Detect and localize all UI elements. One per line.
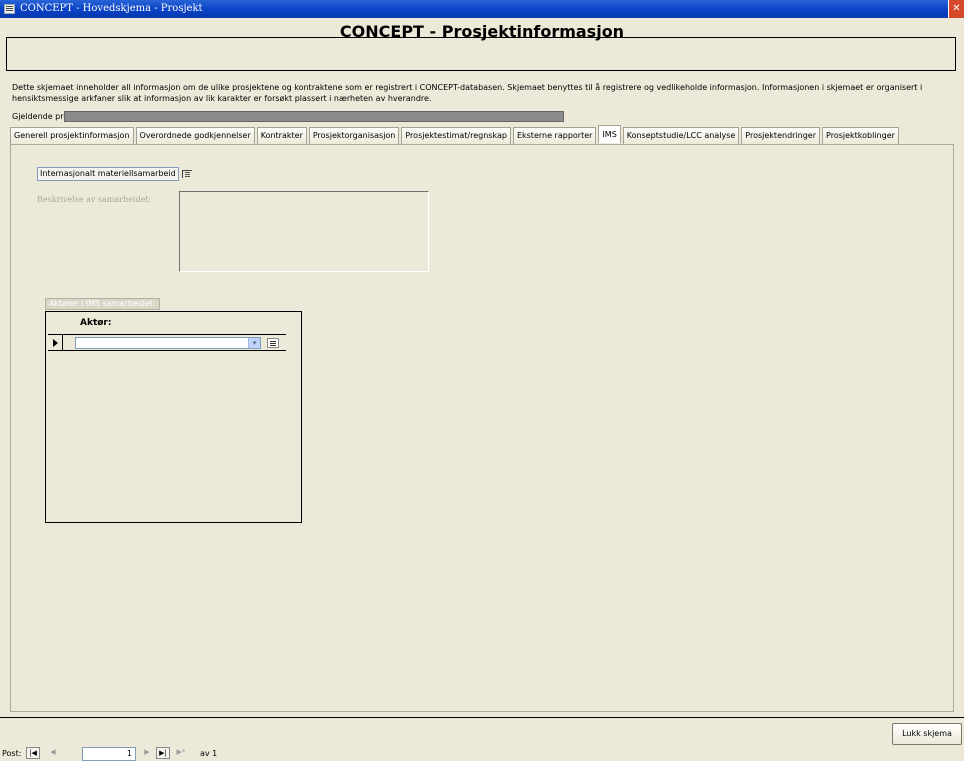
actors-subform-label: Aktører i IMS samarbeidet: bbox=[45, 298, 160, 310]
tab-eksterne-rapporter[interactable]: Eksterne rapporter bbox=[512, 127, 597, 144]
actor-column-header: Aktør: bbox=[80, 318, 112, 328]
table-row: ▾ bbox=[48, 334, 286, 351]
form-description: Dette skjemaet inneholder all informasjo… bbox=[12, 83, 923, 103]
record-label: Post: bbox=[2, 749, 22, 758]
new-record-button[interactable]: ▶* bbox=[174, 747, 188, 759]
actors-subform: Aktør: ▾ bbox=[45, 311, 302, 523]
tab-prosjektendringer[interactable]: Prosjektendringer bbox=[741, 127, 821, 144]
international-cooperation-checkbox[interactable] bbox=[182, 170, 192, 178]
record-number-input[interactable]: 1 bbox=[82, 747, 136, 761]
tab-prosjektestimat-regnskap[interactable]: Prosjektestimat/regnskap bbox=[401, 127, 511, 144]
record-count: av 1 bbox=[200, 749, 218, 758]
cooperation-description-label: Beskrivelse av samarbeidet: bbox=[37, 195, 152, 204]
form-icon bbox=[4, 4, 15, 14]
tab-kontrakter[interactable]: Kontrakter bbox=[256, 127, 307, 144]
chevron-down-icon[interactable]: ▾ bbox=[248, 338, 260, 348]
current-project-field bbox=[64, 111, 564, 122]
prev-record-button[interactable]: ◀ bbox=[46, 747, 60, 759]
window-titlebar: CONCEPT - Hovedskjema - Prosjekt ✕ bbox=[0, 0, 964, 18]
list-icon[interactable] bbox=[267, 338, 279, 348]
record-navigator: Post: |◀ ◀ 1 ▶ ▶| ▶* av 1 bbox=[0, 744, 300, 761]
tab-konseptstudie-lcc-analyse[interactable]: Konseptstudie/LCC analyse bbox=[622, 127, 740, 144]
cooperation-description-field[interactable] bbox=[179, 191, 429, 272]
window-close-button[interactable]: ✕ bbox=[948, 0, 964, 18]
window-title: CONCEPT - Hovedskjema - Prosjekt bbox=[20, 3, 203, 14]
actor-combo[interactable]: ▾ bbox=[75, 337, 261, 349]
footer-divider bbox=[0, 717, 964, 718]
tab-generell-prosjektinformasjon[interactable]: Generell prosjektinformasjon bbox=[10, 127, 134, 144]
tab-prosjektorganisasjon[interactable]: Prosjektorganisasjon bbox=[308, 127, 400, 144]
page-title: CONCEPT - Prosjektinformasjon bbox=[339, 22, 625, 41]
last-record-button[interactable]: ▶| bbox=[156, 747, 170, 759]
tab-ims[interactable]: IMS bbox=[598, 125, 621, 143]
international-cooperation-label: Internasjonalt materiellsamarbeid bbox=[37, 167, 179, 181]
tab-prosjektkoblinger[interactable]: Prosjektkoblinger bbox=[822, 127, 899, 144]
tab-overordnede-godkjennelser[interactable]: Overordnede godkjennelser bbox=[135, 127, 255, 144]
record-selector-icon[interactable] bbox=[48, 335, 63, 350]
tab-strip: Generell prosjektinformasjon Overordnede… bbox=[10, 125, 901, 144]
close-form-button[interactable]: Lukk skjema bbox=[892, 723, 962, 745]
header-frame bbox=[6, 37, 956, 71]
next-record-button[interactable]: ▶ bbox=[140, 747, 154, 759]
first-record-button[interactable]: |◀ bbox=[26, 747, 40, 759]
